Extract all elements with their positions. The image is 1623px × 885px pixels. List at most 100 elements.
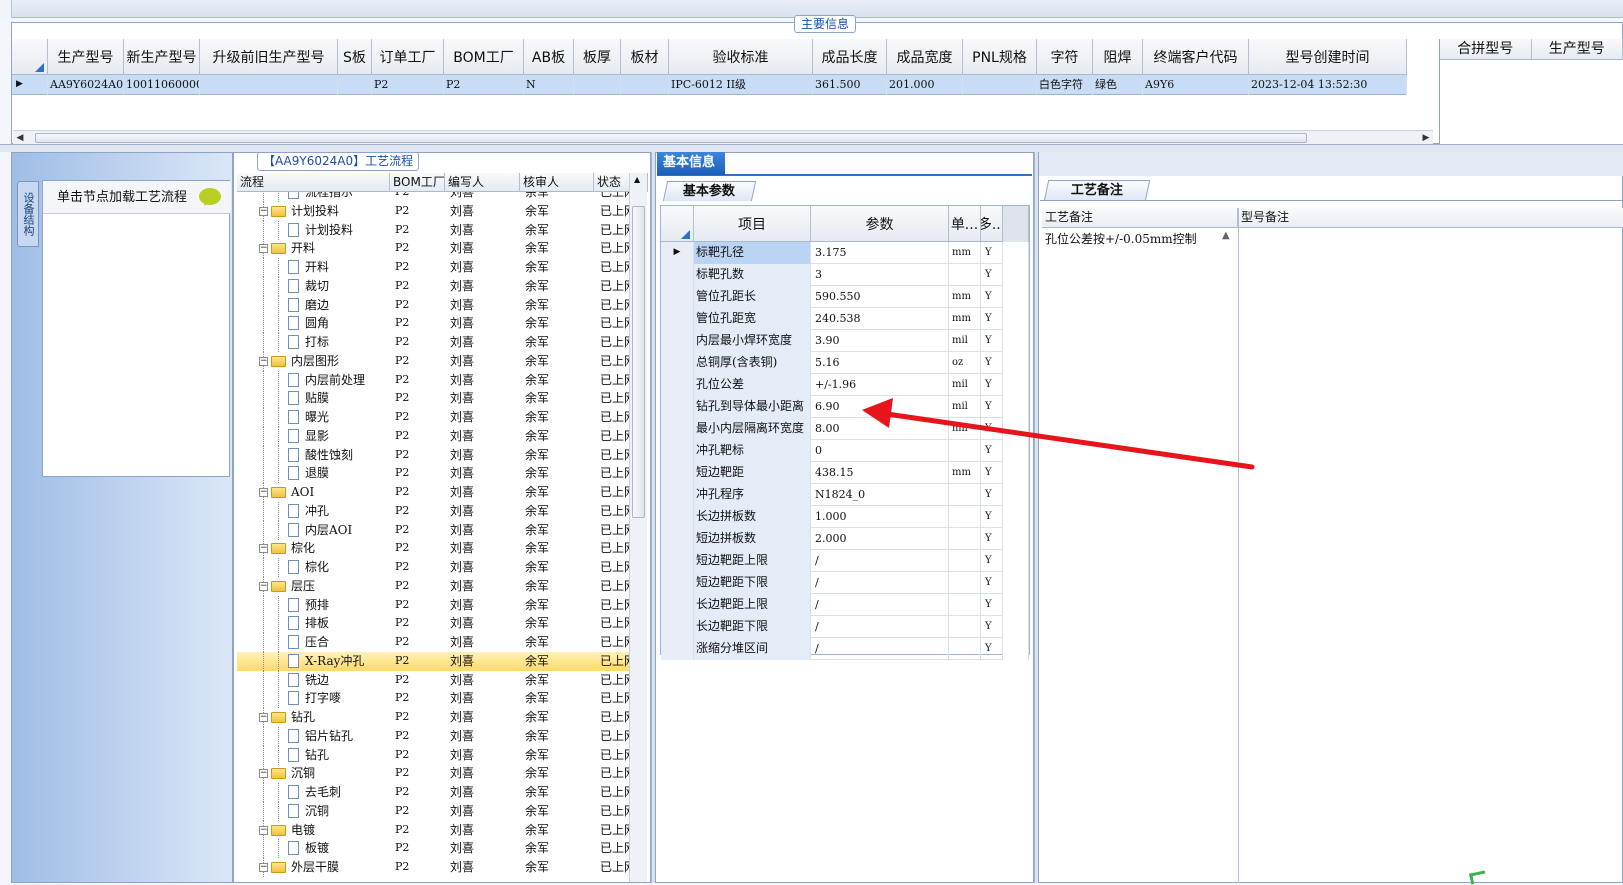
param-item[interactable]: 冲孔靶标 <box>694 440 811 462</box>
param-value[interactable]: N1824_0 <box>811 484 949 506</box>
param-flag[interactable]: Y <box>981 638 1003 660</box>
param-row[interactable]: 内层最小焊环宽度3.90milY <box>661 330 1029 352</box>
col-header[interactable]: BOM工厂 <box>444 39 524 75</box>
param-flag[interactable]: Y <box>981 572 1003 594</box>
param-flag[interactable]: Y <box>981 528 1003 550</box>
collapse-toggle-icon[interactable]: − <box>259 207 268 216</box>
param-flag[interactable]: Y <box>981 440 1003 462</box>
collapse-toggle-icon[interactable]: − <box>259 863 268 872</box>
col-header[interactable]: 字符 <box>1037 39 1093 75</box>
tree-col-header[interactable]: BOM工厂 <box>390 173 445 192</box>
col-header[interactable]: 订单工厂 <box>372 39 444 75</box>
param-row[interactable]: 长边拼板数1.000Y <box>661 506 1029 528</box>
collapse-toggle-icon[interactable]: − <box>259 357 268 366</box>
tree-row[interactable]: 开料P2刘喜余军已上网 <box>237 258 629 277</box>
tree-row[interactable]: −外层干膜P2刘喜余军已上网 <box>237 858 629 877</box>
param-item[interactable]: 短边靶距 <box>694 462 811 484</box>
param-item[interactable]: 最小内层隔离环宽度 <box>694 418 811 440</box>
tree-row[interactable]: 显影P2刘喜余军已上网 <box>237 427 629 446</box>
tree-row[interactable]: −棕化P2刘喜余军已上网 <box>237 539 629 558</box>
cell[interactable]: P2 <box>444 75 524 95</box>
param-row[interactable]: 长边靶距上限/Y <box>661 594 1029 616</box>
tree-row[interactable]: 磨边P2刘喜余军已上网 <box>237 296 629 315</box>
main-grid-hscrollbar[interactable]: ◀ ▶ <box>13 130 1433 144</box>
param-flag[interactable]: Y <box>981 418 1003 440</box>
col-header[interactable]: 生产型号 <box>48 39 124 75</box>
cell[interactable]: N <box>524 75 574 95</box>
param-flag[interactable]: Y <box>981 396 1003 418</box>
cell[interactable]: P2 <box>372 75 444 95</box>
param-row[interactable]: 冲孔靶标0 Y <box>661 440 1029 462</box>
tree-row[interactable]: −沉铜P2刘喜余军已上网 <box>237 764 629 783</box>
tree-row[interactable]: −AOIP2刘喜余军已上网 <box>237 483 629 502</box>
tree-col-header[interactable]: 流程 <box>237 173 390 192</box>
param-unit[interactable]: mm <box>949 286 981 308</box>
tab-process-notes[interactable]: 工艺备注 <box>1044 180 1150 201</box>
param-item[interactable]: 管位孔距长 <box>694 286 811 308</box>
param-col-header[interactable]: 单... <box>949 206 981 242</box>
param-value[interactable]: 5.16 <box>811 352 949 374</box>
tree-vscrollbar[interactable]: ▲ <box>629 173 647 883</box>
tab-basic-info[interactable]: 基本信息 <box>657 152 725 175</box>
param-unit[interactable]: mm <box>949 462 981 484</box>
param-row[interactable]: 冲孔程序N1824_0Y <box>661 484 1029 506</box>
collapse-toggle-icon[interactable]: − <box>259 582 268 591</box>
param-row[interactable]: 短边靶距上限/Y <box>661 550 1029 572</box>
tree-row[interactable]: −层压P2刘喜余军已上网 <box>237 577 629 596</box>
scroll-up-icon[interactable]: ▲ <box>634 175 640 184</box>
cell[interactable] <box>963 75 1037 95</box>
tree-col-header[interactable]: 编写人 <box>445 173 520 192</box>
scroll-thumb[interactable] <box>35 133 1307 143</box>
col-header[interactable]: 板材 <box>621 39 669 75</box>
param-value[interactable]: / <box>811 638 949 660</box>
collapse-toggle-icon[interactable]: − <box>259 769 268 778</box>
cell[interactable] <box>200 75 338 95</box>
param-flag[interactable]: Y <box>981 594 1003 616</box>
param-unit[interactable]: mil <box>949 418 981 440</box>
tree-row[interactable]: 铣边P2刘喜余军已上网 <box>237 671 629 690</box>
param-unit[interactable]: mm <box>949 242 981 264</box>
tree-row[interactable]: 内层前处理P2刘喜余军已上网 <box>237 371 629 390</box>
param-value[interactable]: 438.15 <box>811 462 949 484</box>
param-flag[interactable]: Y <box>981 286 1003 308</box>
tree-row[interactable]: 圆角P2刘喜余军已上网 <box>237 314 629 333</box>
param-row[interactable]: 短边靶距438.15mmY <box>661 462 1029 484</box>
note-scroll-up-icon[interactable]: ▲ <box>1222 230 1230 241</box>
tree-row[interactable]: 酸性蚀刻P2刘喜余军已上网 <box>237 446 629 465</box>
equipment-structure-tab[interactable]: 设备结构 <box>17 181 39 247</box>
col-header[interactable]: 型号创建时间 <box>1249 39 1407 75</box>
tree-row[interactable]: 裁切P2刘喜余军已上网 <box>237 277 629 296</box>
param-row[interactable]: 总铜厚(含表铜)5.16ozY <box>661 352 1029 374</box>
scroll-right-icon[interactable]: ▶ <box>1419 131 1433 145</box>
process-note-text[interactable]: 孔位公差按+/-0.05mm控制 <box>1045 230 1197 247</box>
param-row[interactable]: ▶标靶孔径3.175mmY <box>661 242 1029 264</box>
param-value[interactable]: 3 <box>811 264 949 286</box>
param-unit[interactable]: mil <box>949 396 981 418</box>
param-unit[interactable] <box>949 594 981 616</box>
param-flag[interactable]: Y <box>981 264 1003 286</box>
tree-row[interactable]: 压合P2刘喜余军已上网 <box>237 633 629 652</box>
param-item[interactable]: 涨缩分堆区间 <box>694 638 811 660</box>
tree-row[interactable]: −开料P2刘喜余军已上网 <box>237 239 629 258</box>
param-value[interactable]: 8.00 <box>811 418 949 440</box>
col-header[interactable]: 终端客户代码 <box>1143 39 1249 75</box>
tree-row[interactable]: 计划投料P2刘喜余军已上网 <box>237 221 629 240</box>
param-row[interactable]: 管位孔距长590.550mmY <box>661 286 1029 308</box>
param-value[interactable]: 240.538 <box>811 308 949 330</box>
tab-basic-params[interactable]: 基本参数 <box>663 181 756 201</box>
param-unit[interactable] <box>949 528 981 550</box>
param-value[interactable]: / <box>811 572 949 594</box>
main-grid-row[interactable]: AA9Y6024A010011060000191P2P2NIPC-6012 II… <box>48 75 1407 95</box>
cell[interactable]: 绿色 <box>1093 75 1143 95</box>
tree-row[interactable]: 贴膜P2刘喜余军已上网 <box>237 389 629 408</box>
param-value[interactable]: 0 <box>811 440 949 462</box>
param-value[interactable]: 2.000 <box>811 528 949 550</box>
tree-row[interactable]: 流程指示P2刘喜余军已上网 <box>237 192 629 202</box>
param-unit[interactable] <box>949 616 981 638</box>
scroll-left-icon[interactable]: ◀ <box>13 131 27 145</box>
tree-row[interactable]: 打标P2刘喜余军已上网 <box>237 333 629 352</box>
col-header[interactable]: AB板 <box>524 39 574 75</box>
param-flag[interactable]: Y <box>981 616 1003 638</box>
param-value[interactable]: 3.175 <box>811 242 949 264</box>
cell[interactable]: IPC-6012 II级 <box>669 75 813 95</box>
